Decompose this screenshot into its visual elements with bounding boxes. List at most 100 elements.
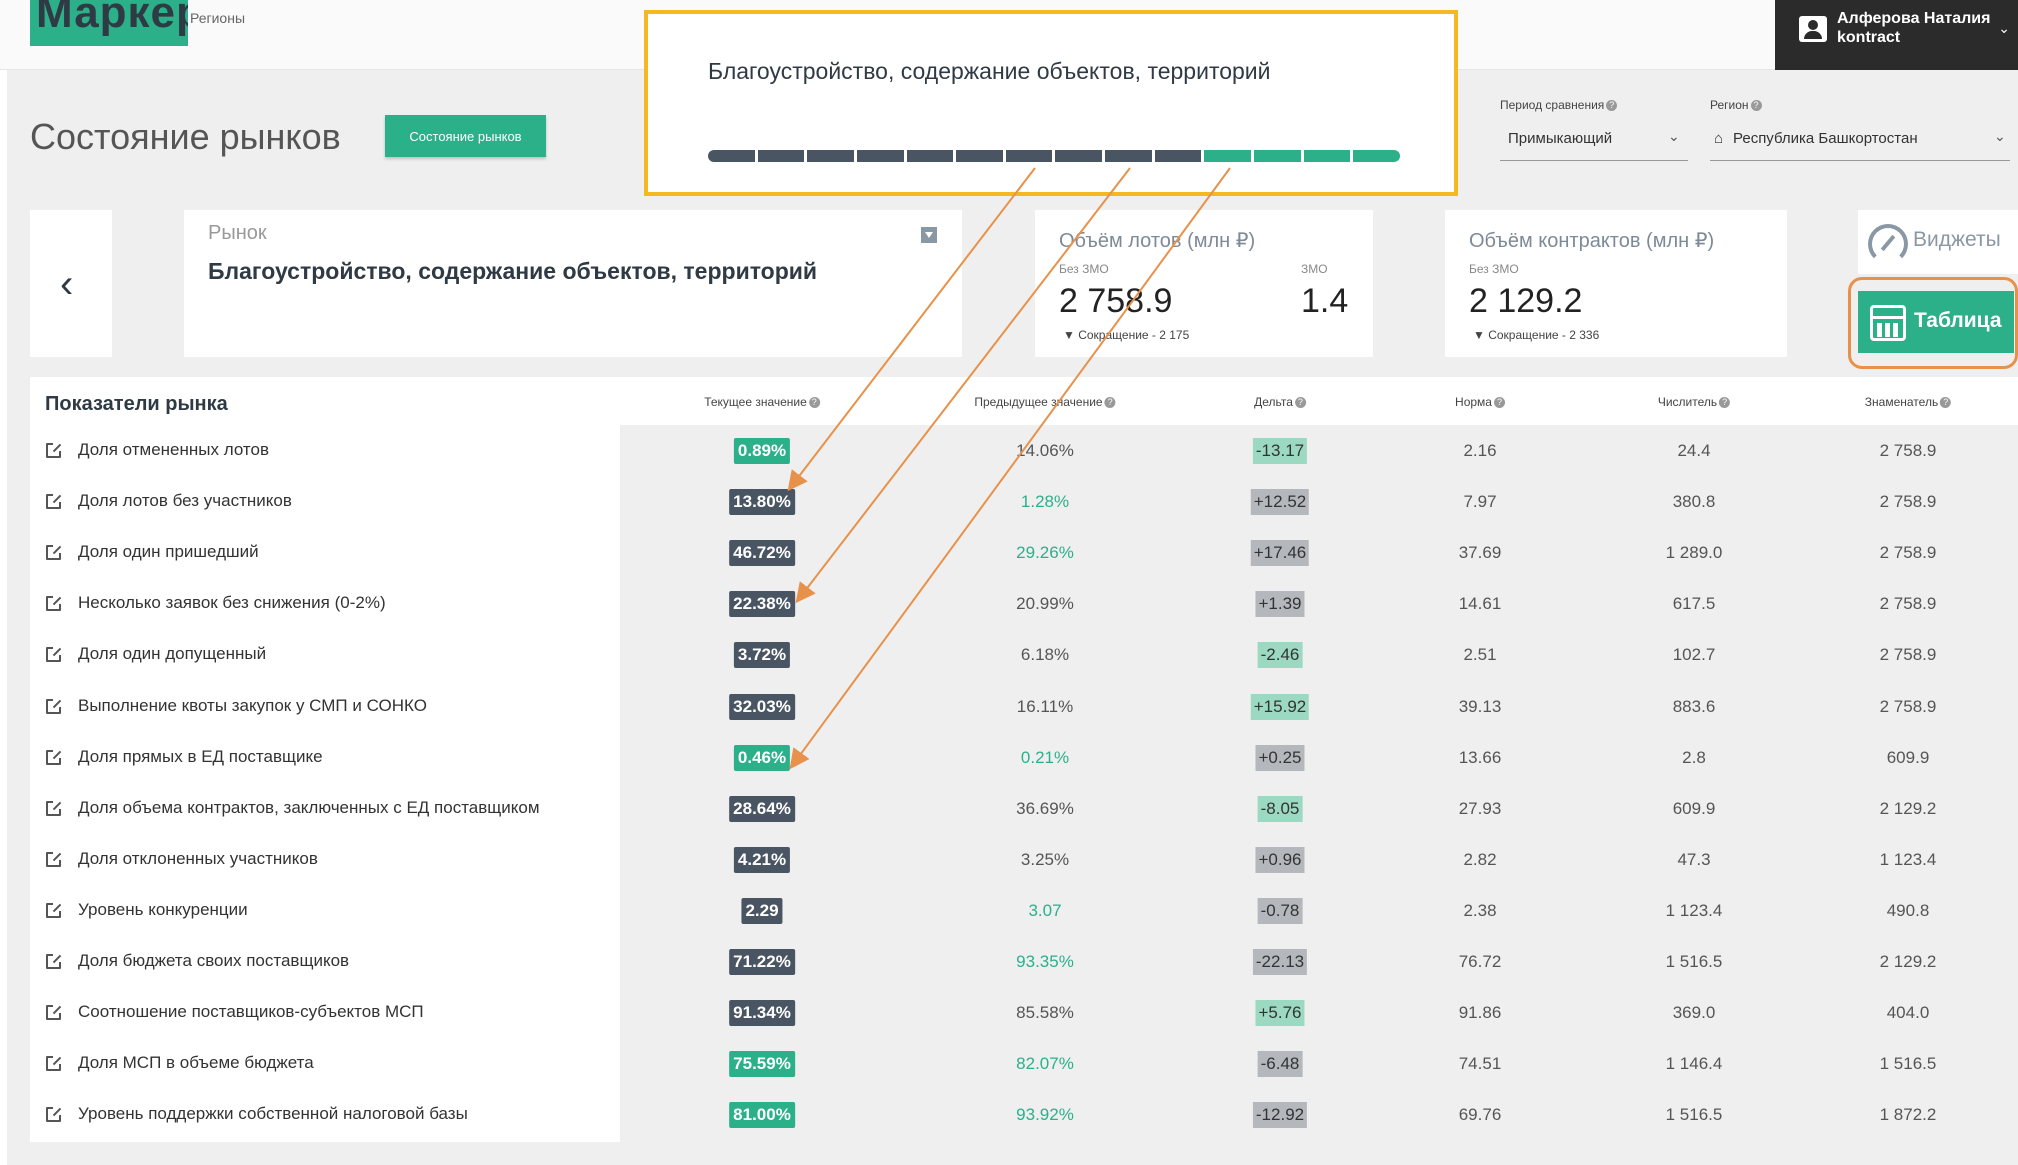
open-link-icon[interactable] — [46, 954, 61, 969]
help-icon[interactable]: ? — [1940, 397, 1952, 408]
chevron-left-icon: ‹ — [60, 262, 74, 306]
open-link-icon[interactable] — [46, 902, 61, 918]
denominator-value: 609.9 — [1886, 747, 1930, 767]
open-link-icon[interactable] — [46, 749, 61, 765]
region-select[interactable]: Республика Башкортостан — [1733, 130, 1918, 147]
indicator-label[interactable]: Доля МСП в объеме бюджета — [78, 1053, 314, 1073]
denominator-value: 2 758.9 — [1879, 645, 1937, 665]
previous-value: 16.11% — [1016, 696, 1074, 716]
denominator-value: 2 758.9 — [1879, 492, 1937, 512]
segment — [1005, 150, 1053, 162]
open-link-icon[interactable] — [46, 596, 61, 612]
segment — [906, 150, 954, 162]
indicator-label[interactable]: Доля лотов без участников — [78, 491, 292, 511]
open-link-icon[interactable] — [46, 545, 61, 561]
current-value: 3.72% — [733, 642, 791, 669]
help-icon[interactable]: ? — [1493, 397, 1505, 408]
numerator-value: 1 516.5 — [1665, 952, 1723, 971]
previous-value: 20.99% — [1016, 594, 1074, 614]
indicator-label[interactable]: Соотношение поставщиков-субъектов МСП — [78, 1002, 424, 1022]
current-value: 22.38% — [729, 591, 795, 618]
widgets-button[interactable]: Виджеты — [1858, 210, 2018, 274]
logo[interactable]: Маркер — [30, 0, 188, 46]
indicator-label[interactable]: Уровень поддержки собственной налоговой … — [78, 1104, 468, 1124]
segment — [1303, 150, 1351, 162]
indicator-label[interactable]: Выполнение квоты закупок у СМП и СОНКО — [78, 696, 427, 716]
help-icon[interactable]: ? — [1606, 100, 1618, 111]
lots-volume-card: Объём лотов (млн ₽) Без ЗМО ЗМО 2 758.9 … — [1035, 210, 1373, 357]
indicator-label[interactable]: Доля один пришедший — [78, 542, 259, 562]
user-menu[interactable]: Алферова Наталия kontract ⌄ — [1775, 0, 2018, 70]
open-link-icon[interactable] — [46, 800, 61, 816]
current-value: 28.64% — [729, 795, 795, 822]
indicator-label[interactable]: Доля прямых в ЕД поставщике — [78, 747, 323, 767]
open-link-icon[interactable] — [46, 1005, 61, 1021]
current-value: 75.59% — [729, 1051, 795, 1078]
chevron-down-icon[interactable]: ⌄ — [1994, 128, 2006, 145]
user-org: kontract — [1837, 29, 1901, 46]
segment — [807, 150, 854, 162]
user-name: Алферова Наталия — [1837, 10, 1991, 27]
indicator-label[interactable]: Уровень конкуренции — [78, 900, 248, 920]
table-button-label: Таблица — [1914, 309, 2002, 332]
widgets-label: Виджеты — [1913, 228, 2001, 251]
previous-value: 82.07% — [1016, 1054, 1074, 1074]
reduction-note: ▼ Сокращение - 2 336 — [1473, 328, 1600, 342]
delta-value: -6.48 — [1257, 1051, 1303, 1078]
table-button[interactable]: Таблица — [1858, 291, 2014, 353]
previous-value: 85.58% — [1016, 1003, 1074, 1023]
open-link-icon[interactable] — [46, 647, 61, 663]
numerator-value: 102.7 — [1672, 645, 1716, 665]
market-selector-card[interactable]: Рынок Благоустройство, содержание объект… — [184, 210, 962, 357]
open-link-icon[interactable] — [46, 494, 61, 510]
help-icon[interactable]: ? — [1750, 100, 1762, 111]
indicator-label[interactable]: Несколько заявок без снижения (0-2%) — [78, 593, 386, 613]
indicator-label[interactable]: Доля объема контрактов, заключенных с ЕД… — [78, 798, 540, 818]
norm-value: 2.16 — [1463, 441, 1497, 460]
chevron-down-icon[interactable]: ⌄ — [1668, 128, 1680, 145]
indicator-label[interactable]: Доля отмененных лотов — [78, 440, 269, 460]
reduction-note: ▼ Сокращение - 2 175 — [1063, 328, 1190, 342]
indicator-label[interactable]: Доля отклоненных участников — [78, 849, 318, 869]
denominator-value: 1 872.2 — [1879, 1105, 1937, 1125]
norm-value: 2.38 — [1463, 900, 1497, 920]
norm-value: 74.51 — [1458, 1054, 1502, 1074]
dropdown-icon[interactable] — [921, 227, 937, 243]
denominator-value: 1 123.4 — [1879, 849, 1937, 869]
numerator-value: 883.6 — [1672, 696, 1716, 716]
back-button[interactable]: ‹ — [30, 210, 112, 357]
delta-value: -13.17 — [1252, 438, 1308, 464]
period-label: Период сравнения? — [1500, 98, 1618, 112]
delta-value: +1.39 — [1255, 591, 1305, 618]
delta-value: -2.46 — [1257, 642, 1303, 669]
table-icon — [1870, 305, 1906, 341]
lots-volume-title: Объём лотов (млн ₽) — [1059, 230, 1256, 252]
numerator-value: 617.5 — [1672, 594, 1716, 614]
indicator-label[interactable]: Доля бюджета своих поставщиков — [78, 951, 349, 971]
open-link-icon[interactable] — [46, 443, 61, 458]
numerator-value: 1 516.5 — [1665, 1105, 1723, 1125]
norm-value: 27.93 — [1458, 798, 1502, 818]
column-header: Текущее значение? — [704, 395, 820, 409]
market-state-button[interactable]: Состояние рынков — [385, 115, 546, 157]
previous-value: 36.69% — [1016, 798, 1074, 818]
open-link-icon[interactable] — [46, 851, 61, 867]
segment — [956, 150, 1003, 162]
previous-value: 3.07 — [1028, 900, 1062, 920]
numerator-value: 380.8 — [1672, 492, 1716, 512]
column-header-label: Предыдущее значение — [974, 395, 1103, 409]
period-select[interactable]: Примыкающий — [1508, 130, 1612, 147]
indicator-label[interactable]: Доля один допущенный — [78, 644, 266, 664]
help-icon[interactable]: ? — [1294, 397, 1306, 408]
open-link-icon[interactable] — [46, 698, 61, 714]
open-link-icon[interactable] — [46, 1107, 61, 1123]
logo-text: Маркер — [36, 0, 188, 37]
help-icon[interactable]: ? — [808, 397, 820, 408]
open-link-icon[interactable] — [46, 1056, 61, 1072]
without-zmo-label: Без ЗМО — [1059, 262, 1109, 276]
delta-value: +5.76 — [1255, 1000, 1305, 1027]
help-icon[interactable]: ? — [1719, 397, 1731, 408]
zmo-label: ЗМО — [1301, 262, 1328, 276]
home-icon: ⌂ — [1714, 130, 1724, 147]
help-icon[interactable]: ? — [1104, 397, 1116, 408]
